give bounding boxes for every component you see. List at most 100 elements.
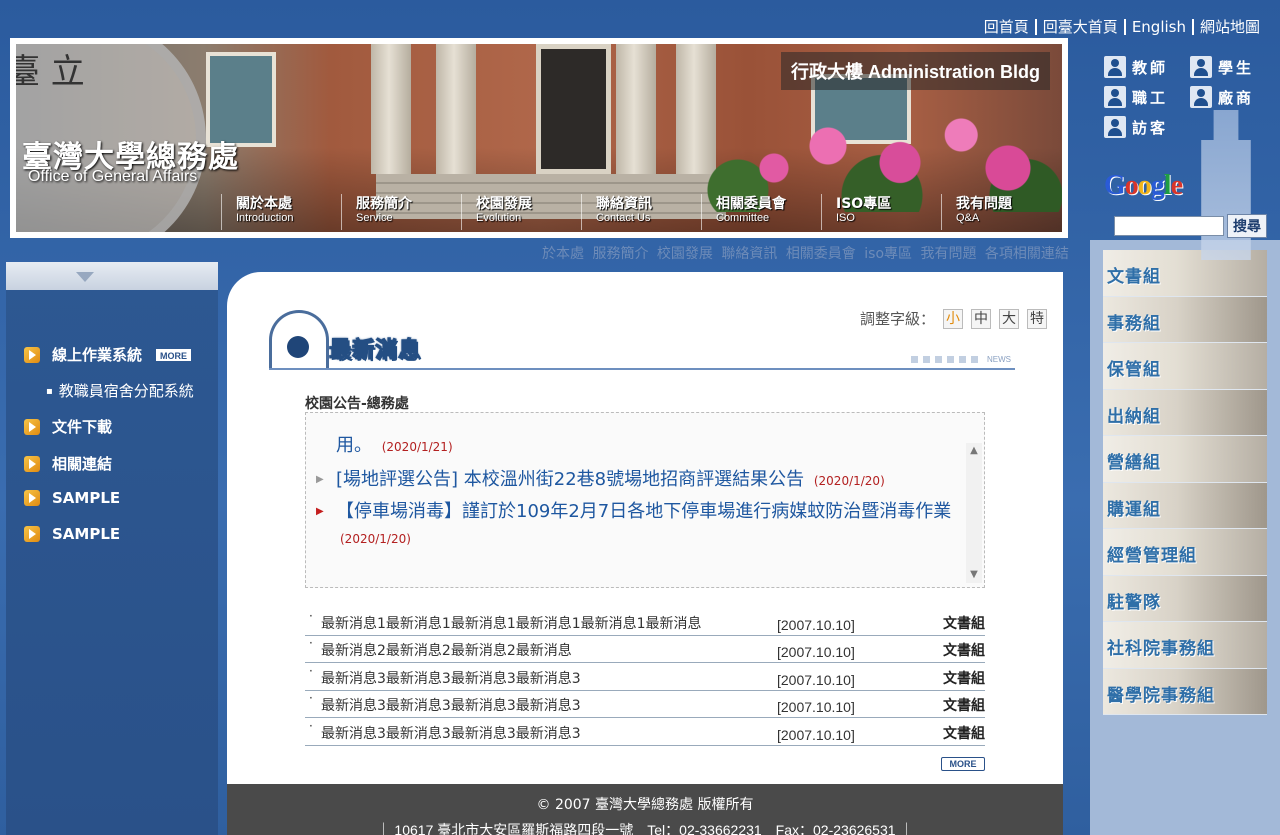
announcement-box: ────────────────────── 用。 (2020/1/21) ▶ …	[305, 412, 985, 588]
text-nav-links[interactable]: 各項相關連結	[985, 246, 1069, 262]
text-nav-evolution[interactable]: 校園發展	[657, 246, 713, 262]
header-banner: 臺 立 臺灣大學總務處 Office of General Affairs 行政…	[10, 38, 1068, 238]
role-vendor[interactable]: 廠商	[1190, 86, 1254, 108]
news-list: 最新消息1最新消息1最新消息1最新消息1最新消息1最新消息 [2007.10.1…	[305, 608, 985, 746]
text-nav-qa[interactable]: 我有問題	[920, 246, 976, 262]
nav-introduction[interactable]: 關於本處 Introduction	[221, 194, 341, 230]
dept-cashier-section[interactable]: 出納組	[1103, 389, 1267, 436]
nav-label: 關於本處	[236, 196, 292, 212]
arrow-bullet-icon	[24, 455, 40, 472]
nav-contact-us[interactable]: 聯絡資訊 Contact Us	[581, 194, 701, 230]
nav-label: 校園發展	[476, 196, 532, 212]
table-row[interactable]: 最新消息3最新消息3最新消息3最新消息3 [2007.10.10] 文書組	[305, 663, 985, 691]
dept-social-sciences-section[interactable]: 社科院事務組	[1103, 622, 1267, 669]
sidebar-item-label: 文件下載	[52, 418, 113, 436]
top-link-home[interactable]: 回首頁	[978, 19, 1035, 35]
dept-property-section[interactable]: 保管組	[1103, 343, 1267, 390]
role-label: 職工	[1132, 88, 1169, 107]
font-size-medium[interactable]: 中	[971, 308, 991, 329]
text-nav-service[interactable]: 服務簡介	[592, 246, 648, 262]
nav-sublabel: ISO	[836, 212, 855, 224]
person-icon	[1190, 86, 1212, 108]
table-row[interactable]: 最新消息2最新消息2最新消息2最新消息 [2007.10.10] 文書組	[305, 636, 985, 663]
sidebar-item-sample-2[interactable]: SAMPLE	[24, 525, 120, 543]
banner-photo: 臺 立 臺灣大學總務處 Office of General Affairs 行政…	[16, 44, 1062, 232]
title-underline	[269, 368, 1015, 370]
nav-sublabel: Contact Us	[596, 212, 651, 224]
text-nav-contact[interactable]: 聯絡資訊	[721, 246, 777, 262]
role-staff[interactable]: 職工	[1104, 86, 1168, 108]
font-size-large[interactable]: 大	[999, 308, 1019, 329]
font-size-small[interactable]: 小	[943, 308, 963, 329]
font-size-extra[interactable]: 特	[1027, 308, 1047, 329]
text-nav-about[interactable]: 於本處	[542, 246, 584, 262]
nav-evolution[interactable]: 校園發展 Evolution	[461, 194, 581, 230]
announcement-scrollbar[interactable]: ▲ ▼	[966, 443, 982, 583]
sidebar-item-sample-1[interactable]: SAMPLE	[24, 489, 120, 507]
announcement-text: ──────────────────────	[336, 423, 574, 432]
nav-committee[interactable]: 相關委員會 Committee	[701, 194, 821, 230]
banner-door	[536, 44, 611, 174]
announcement-date: (2020/1/21)	[381, 440, 453, 454]
top-link-sitemap[interactable]: 網站地圖	[1191, 19, 1266, 35]
text-nav-iso[interactable]: iso專區	[864, 246, 912, 262]
announcement-item[interactable]: 用。 (2020/1/21)	[336, 433, 956, 460]
sidebar-item-label: SAMPLE	[52, 489, 121, 507]
scroll-down-icon[interactable]: ▼	[966, 567, 982, 583]
table-row[interactable]: 最新消息3最新消息3最新消息3最新消息3 [2007.10.10] 文書組	[305, 718, 985, 746]
seal-text: 臺 立	[16, 52, 85, 92]
dept-label: 保管組	[1107, 360, 1161, 380]
news-title: 最新消息3最新消息3最新消息3最新消息3	[305, 691, 777, 715]
news-dots-decoration: NEWS	[911, 355, 1011, 364]
dept-label: 事務組	[1107, 313, 1161, 334]
more-badge[interactable]: MORE	[156, 348, 192, 361]
sidebar-item-related-links[interactable]: 相關連結	[24, 453, 112, 474]
google-logo: Google	[1104, 170, 1183, 201]
more-button[interactable]: MORE	[941, 757, 985, 771]
text-nav-committee[interactable]: 相關委員會	[786, 246, 856, 262]
sidebar-item-downloads[interactable]: 文件下載	[24, 416, 112, 437]
sidebar-item-online-system[interactable]: 線上作業系統 MORE	[24, 344, 192, 365]
role-teacher[interactable]: 教師	[1104, 56, 1168, 78]
building-label: 行政大樓 Administration Bldg	[781, 52, 1050, 90]
search-input[interactable]	[1114, 216, 1224, 236]
announcement-text: 【停車場消毒】謹訂於109年2月7日各地下停車場進行病媒蚊防治暨消毒作業	[336, 501, 952, 522]
arrow-bullet-icon	[24, 526, 40, 542]
department-list: 文書組 事務組 保管組 出納組 營繕組 購運組 經營管理組 駐警隊 社科院事務組…	[1103, 250, 1267, 715]
news-tag: NEWS	[987, 355, 1011, 364]
role-student[interactable]: 學生	[1190, 56, 1254, 78]
role-visitor[interactable]: 訪客	[1104, 116, 1168, 138]
nav-label: 聯絡資訊	[596, 196, 652, 212]
banner-pillar	[616, 44, 656, 174]
nav-qa[interactable]: 我有問題 Q&A	[941, 194, 1061, 230]
search-button[interactable]: 搜尋	[1227, 214, 1267, 238]
dept-procurement-section[interactable]: 購運組	[1103, 482, 1267, 529]
news-date: [2007.10.10]	[777, 644, 855, 660]
role-label: 訪客	[1132, 118, 1169, 137]
nav-iso[interactable]: ISO專區 ISO	[821, 194, 941, 230]
footer: © 2007 臺灣大學總務處 版權所有 ｜ 10617 臺北市大安區羅斯福路四段…	[227, 784, 1063, 835]
scroll-up-icon[interactable]: ▲	[966, 443, 982, 459]
banner-pillar	[371, 44, 411, 174]
page-title: 最新消息	[328, 338, 422, 364]
dept-campus-police[interactable]: 駐警隊	[1103, 575, 1267, 622]
section-label: 校園公告-總務處	[305, 396, 409, 412]
nav-sublabel: Evolution	[476, 212, 522, 224]
dept-general-affairs-section[interactable]: 事務組	[1103, 296, 1267, 343]
dept-medicine-section[interactable]: 醫學院事務組	[1103, 668, 1267, 715]
table-row[interactable]: 最新消息3最新消息3最新消息3最新消息3 [2007.10.10] 文書組	[305, 691, 985, 718]
dept-management-section[interactable]: 經營管理組	[1103, 529, 1267, 576]
top-link-ntu-home[interactable]: 回臺大首頁	[1034, 19, 1124, 35]
announcement-item[interactable]: ▶ [場地評選公告] 本校溫州街22巷8號場地招商評選結果公告 (2020/1/…	[316, 467, 956, 494]
sidebar-subitem-dorm-allocation[interactable]: 教職員宿舍分配系統	[46, 380, 194, 401]
news-title: 最新消息1最新消息1最新消息1最新消息1最新消息1最新消息	[305, 609, 777, 633]
table-row[interactable]: 最新消息1最新消息1最新消息1最新消息1最新消息1最新消息 [2007.10.1…	[305, 608, 985, 636]
dept-construction-section[interactable]: 營繕組	[1103, 436, 1267, 483]
announcement-item[interactable]: ▶ 【停車場消毒】謹訂於109年2月7日各地下停車場進行病媒蚊防治暨消毒作業 (…	[316, 499, 956, 552]
arrow-bullet-icon	[24, 346, 40, 363]
arrow-right-icon: ▶	[316, 506, 324, 517]
announcement-date: (2020/1/20)	[813, 474, 885, 488]
main-content: 調整字級： 小 中 大 特 最新消息 NEWS 校園公告-總務處 ───────…	[227, 272, 1063, 835]
nav-service[interactable]: 服務簡介 Service	[341, 194, 461, 230]
top-link-english[interactable]: English	[1123, 19, 1192, 35]
